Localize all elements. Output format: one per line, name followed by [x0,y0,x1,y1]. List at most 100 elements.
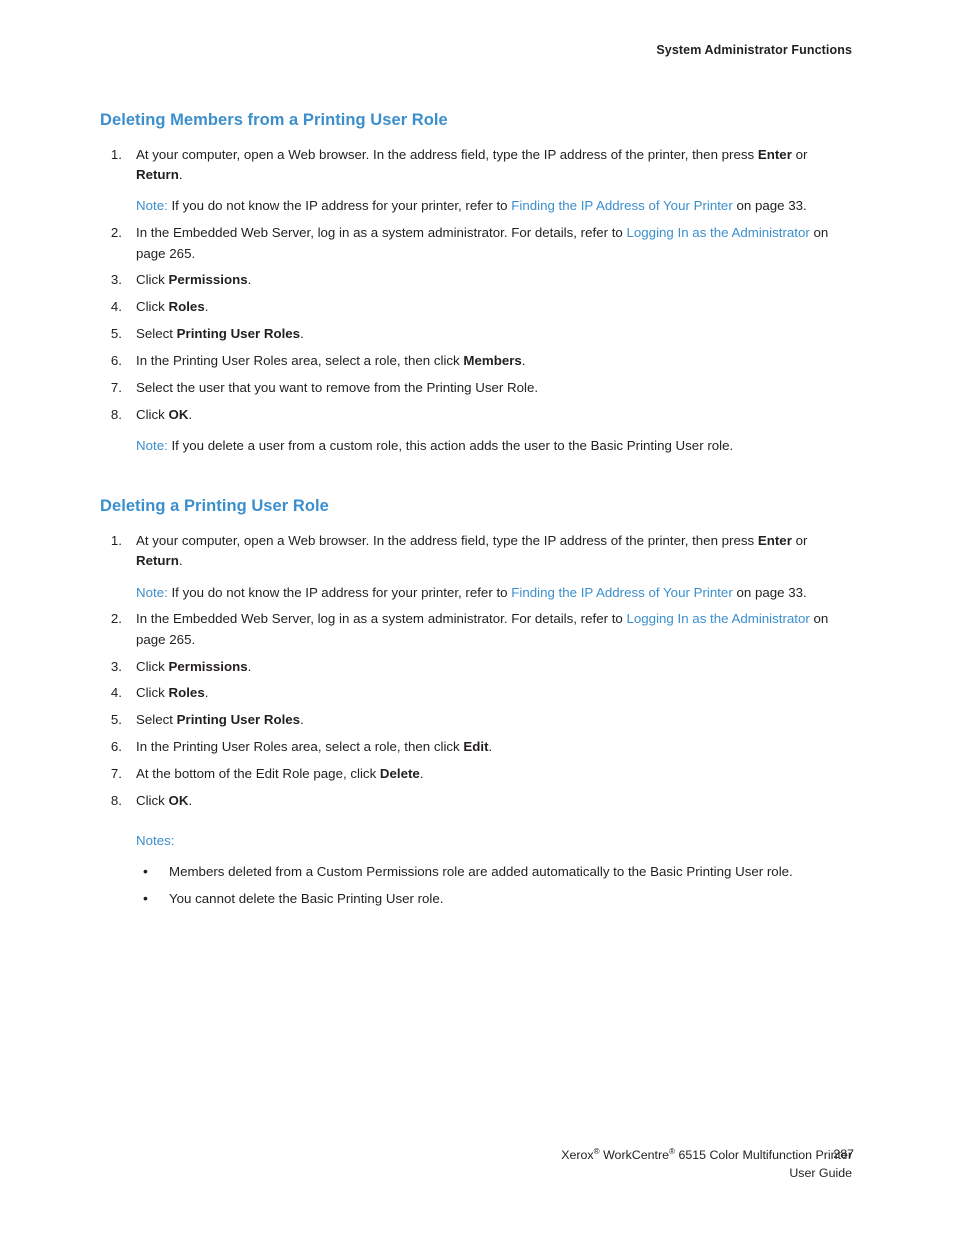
footer-line-1: Xerox® WorkCentre® 6515 Color Multifunct… [561,1147,852,1162]
text-run: In the Embedded Web Server, log in as a … [136,611,627,627]
bullet-icon: • [143,889,148,906]
notes-label: Notes: [136,833,175,849]
step-text: Select Printing User Roles. [136,712,304,727]
step-text: At the bottom of the Edit Role page, cli… [136,766,424,781]
step-text: Click OK. [136,793,192,808]
text-run: If you delete a user from a custom role,… [167,437,734,453]
text-run: on page 33. [732,198,807,214]
text-run: . [204,685,209,701]
text-run: on page 33. [732,584,807,600]
step-number: 7. [110,379,122,395]
cross-reference-link[interactable]: Finding the IP Address of Your Printer [511,585,733,600]
emphasis-term: Enter [757,532,792,548]
section-note: Note: If you delete a user from a custom… [136,436,850,456]
procedure-step: 6. In the Printing User Roles area, selec… [100,351,850,371]
text-run: Click [136,658,169,674]
cross-reference-link[interactable]: Logging In as the Administrator [627,611,810,626]
step-text: In the Embedded Web Server, log in as a … [136,611,828,646]
procedure-step: 4. Click Roles. [100,297,850,317]
procedure-step-list: 1. At your computer, open a Web browser. … [100,145,850,425]
page-footer: Xerox® WorkCentre® 6515 Color Multifunct… [0,1147,954,1187]
footer-product-name: Xerox® WorkCentre® 6515 Color Multifunct… [292,1147,852,1183]
notes-bullet-list: • Members deleted from a Custom Permissio… [136,862,850,910]
step-number: 4. [110,299,122,315]
procedure-step-list: 1. At your computer, open a Web browser. … [100,531,850,811]
emphasis-term: OK [168,792,189,808]
text-run: . [178,166,183,182]
step-text: At your computer, open a Web browser. In… [136,147,807,182]
note-bullet-item: • Members deleted from a Custom Permissio… [136,862,850,882]
document-section: Deleting a Printing User Role 1. At your c… [100,496,850,909]
footer-brand: Xerox [561,1148,594,1162]
procedure-step: 6. In the Printing User Roles area, selec… [100,737,850,757]
text-run: . [178,553,183,569]
bullet-icon: • [143,862,148,879]
procedure-step: 8. Click OK. [100,405,850,425]
procedure-step: 7. At the bottom of the Edit Role page, c… [100,764,850,784]
step-number: 7. [110,765,122,781]
step-text: Select the user that you want to remove … [136,380,538,395]
emphasis-term: Edit [463,739,489,755]
emphasis-term: Permissions [168,658,248,674]
text-run: Click [136,406,169,422]
step-text: Click Permissions. [136,272,251,287]
note-label: Note: [136,584,168,600]
step-number: 1. [110,532,122,548]
section-heading: Deleting a Printing User Role [100,497,329,516]
procedure-step: 5. Select Printing User Roles. [100,710,850,730]
procedure-step: 1. At your computer, open a Web browser. … [100,531,850,603]
text-run: . [204,299,209,315]
text-run: . [521,352,526,368]
text-run: Click [136,272,169,288]
cross-reference-link[interactable]: Logging In as the Administrator [627,225,810,240]
note-label: Note: [136,437,168,453]
procedure-step: 2. In the Embedded Web Server, log in as … [100,223,850,264]
text-run: In the Embedded Web Server, log in as a … [136,225,627,241]
text-run: Select the user that you want to remove … [136,379,539,395]
text-run: or [791,532,808,548]
text-run: If you do not know the IP address for yo… [167,198,512,214]
step-text: Click Permissions. [136,659,251,674]
procedure-step: 2. In the Embedded Web Server, log in as … [100,609,850,650]
procedure-step: 8. Click OK. [100,791,850,811]
document-page: System Administrator Functions Deleting … [0,0,954,1235]
emphasis-term: Members [463,352,522,368]
note-bullet-item: • You cannot delete the Basic Printing Us… [136,889,850,909]
text-run: or [791,146,808,162]
footer-line-2: User Guide [789,1165,852,1180]
text-run: . [300,712,304,728]
step-number: 3. [110,658,122,674]
step-text: At your computer, open a Web browser. In… [136,533,807,568]
step-text: Click OK. [136,407,192,422]
inline-note: Note: If you do not know the IP address … [136,583,850,603]
step-number: 2. [110,225,122,241]
step-text: Select Printing User Roles. [136,326,304,341]
step-text: Click Roles. [136,299,208,314]
text-run: Click [136,792,169,808]
footer-page-number: 287 [833,1147,854,1161]
text-run: . [300,326,304,342]
text-run: Select [136,326,177,342]
step-number: 3. [110,272,122,288]
procedure-step: 3. Click Permissions. [100,657,850,677]
procedure-step: 1. At your computer, open a Web browser. … [100,145,850,217]
text-run: In the Printing User Roles area, select … [136,739,464,755]
text-run: . [247,658,252,674]
running-header: System Administrator Functions [656,43,852,57]
emphasis-term: Return [136,166,179,182]
text-run: Select [136,712,177,728]
emphasis-term: Enter [757,146,792,162]
step-number: 5. [110,326,122,342]
text-run: If you do not know the IP address for yo… [167,584,512,600]
emphasis-term: Printing User Roles [176,712,301,728]
step-number: 6. [110,352,122,368]
cross-reference-link[interactable]: Finding the IP Address of Your Printer [511,198,733,213]
step-text: Click Roles. [136,685,208,700]
procedure-step: 5. Select Printing User Roles. [100,324,850,344]
text-run: Click [136,299,169,315]
step-text: In the Embedded Web Server, log in as a … [136,225,828,260]
note-bullet-text: You cannot delete the Basic Printing Use… [169,890,444,906]
emphasis-term: OK [168,406,189,422]
document-section: Deleting Members from a Printing User Ro… [100,110,850,456]
step-number: 5. [110,712,122,728]
